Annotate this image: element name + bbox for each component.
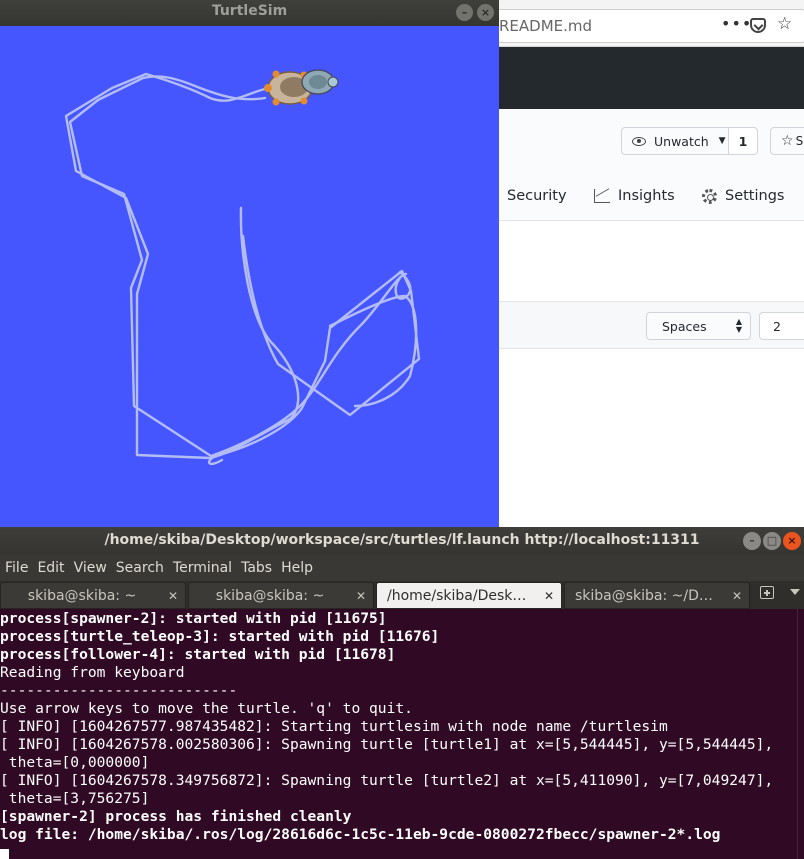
tab-label: /home/skiba/Deskt…	[387, 587, 532, 604]
nav-item-insights-label: Insights	[618, 188, 675, 204]
terminal-line: theta=[3,756275]	[0, 790, 150, 807]
turtle1-trail-2	[68, 75, 408, 458]
turtle2-icon	[301, 69, 339, 95]
bookmark-star-icon[interactable]: ☆	[777, 14, 792, 34]
terminal-titlebar[interactable]: /home/skiba/Desktop/workspace/src/turtle…	[0, 527, 804, 555]
chevron-down-icon: ▼	[718, 136, 726, 146]
nav-item-settings[interactable]: Settings	[702, 188, 784, 204]
terminal-line: Use arrow keys to move the turtle. 'q' t…	[0, 700, 413, 717]
nav-item-security[interactable]: Security	[499, 188, 567, 204]
terminal-line: theta=[0,000000]	[0, 754, 150, 771]
terminal-line: [ INFO] [1604267577.987435482]: Starting…	[0, 718, 668, 735]
tab-label: skiba@skiba: ~/Des…	[575, 587, 725, 604]
star-label: S	[795, 134, 804, 148]
menu-view[interactable]: View	[74, 560, 107, 576]
watch-count[interactable]: 1	[728, 127, 758, 155]
tab-1[interactable]: skiba@skiba: ~ ✕	[0, 582, 186, 609]
menu-edit[interactable]: Edit	[37, 560, 64, 576]
repo-header	[499, 109, 804, 221]
menu-help[interactable]: Help	[281, 560, 313, 576]
browser-toolbar: README.md ••• ☆	[499, 0, 804, 47]
nav-item-settings-label: Settings	[725, 188, 785, 204]
tab-label: skiba@skiba: ~	[215, 587, 325, 604]
terminal-scrollbar[interactable]	[797, 609, 804, 859]
close-icon[interactable]: ×	[783, 532, 801, 550]
minimize-icon[interactable]: –	[743, 532, 761, 550]
turtlesim-canvas	[0, 26, 499, 527]
terminal-cursor	[0, 849, 9, 859]
nav-item-security-label: Security	[507, 188, 567, 204]
close-icon[interactable]: ✕	[161, 589, 185, 603]
terminal-menubar: File Edit View Search Terminal Tabs Help	[0, 555, 804, 581]
menu-file[interactable]: File	[5, 560, 28, 576]
indent-mode-select[interactable]: Spaces ▲ ▼	[646, 312, 751, 340]
tab-4[interactable]: skiba@skiba: ~/Des… ✕	[564, 582, 750, 609]
url-text: README.md	[499, 17, 593, 35]
terminal-output[interactable]: process[spawner-2]: started with pid [11…	[0, 609, 797, 859]
terminal-line: process[turtle_teleop-3]: started with p…	[0, 628, 440, 645]
turtlesim-title: TurtleSim	[211, 3, 288, 19]
menu-terminal[interactable]: Terminal	[173, 560, 232, 576]
terminal-line: [ INFO] [1604267578.349756872]: Spawning…	[0, 772, 774, 789]
close-icon[interactable]: ×	[477, 4, 494, 21]
turtlesim-titlebar[interactable]: TurtleSim – ×	[0, 0, 499, 26]
turtle-path	[64, 69, 421, 466]
menu-search[interactable]: Search	[116, 560, 164, 576]
select-arrows-icon: ▲ ▼	[735, 317, 742, 334]
star-button[interactable]: ☆ S	[770, 127, 804, 155]
terminal-prompt-line	[0, 844, 797, 859]
maximize-icon[interactable]: □	[763, 532, 781, 550]
graph-icon	[594, 189, 610, 203]
gear-icon	[702, 188, 717, 204]
chevron-down-icon[interactable]	[790, 589, 800, 595]
github-header	[499, 47, 804, 109]
browser-window: README.md ••• ☆ Unwatch ▼ 1 ☆ S Security…	[499, 0, 804, 527]
close-icon[interactable]: ✕	[725, 589, 749, 603]
tab-label: skiba@skiba: ~	[27, 587, 137, 604]
terminal-line: [ INFO] [1604267578.002580306]: Spawning…	[0, 736, 774, 753]
terminal-tabbar: skiba@skiba: ~ ✕ skiba@skiba: ~ ✕ /home/…	[0, 581, 804, 609]
menu-tabs[interactable]: Tabs	[241, 560, 272, 576]
star-icon: ☆	[781, 133, 794, 149]
terminal-line: process[follower-4]: started with pid [1…	[0, 646, 396, 663]
minimize-icon[interactable]: –	[456, 4, 473, 21]
terminal-line: [spawner-2] process has finished cleanly	[0, 808, 352, 825]
turtle2-trail	[207, 234, 421, 466]
turtlesim-window: TurtleSim – ×	[0, 0, 499, 527]
terminal-line: ---------------------------	[0, 682, 238, 699]
terminal-title: /home/skiba/Desktop/workspace/src/turtle…	[104, 532, 700, 548]
close-icon[interactable]: ✕	[537, 589, 561, 603]
indent-size-select[interactable]: 2	[759, 312, 804, 340]
close-icon[interactable]: ✕	[349, 589, 373, 603]
terminal-line: process[spawner-2]: started with pid [11…	[0, 610, 387, 627]
terminal-line: Reading from keyboard	[0, 664, 185, 681]
terminal-window: /home/skiba/Desktop/workspace/src/turtle…	[0, 527, 804, 859]
terminal-line: log file: /home/skiba/.ros/log/28616d6c-…	[0, 826, 721, 843]
turtle1-trail	[64, 72, 300, 460]
tab-3-active[interactable]: /home/skiba/Deskt… ✕	[376, 582, 562, 609]
tab-2[interactable]: skiba@skiba: ~ ✕	[188, 582, 374, 609]
nav-item-insights[interactable]: Insights	[594, 188, 675, 204]
eye-icon	[632, 136, 646, 146]
unwatch-label: Unwatch	[654, 133, 709, 149]
indent-mode-value: Spaces	[662, 318, 707, 334]
new-tab-icon[interactable]	[760, 586, 774, 599]
unwatch-button[interactable]: Unwatch ▼	[621, 127, 729, 155]
page-actions-menu-icon[interactable]: •••	[721, 14, 752, 33]
